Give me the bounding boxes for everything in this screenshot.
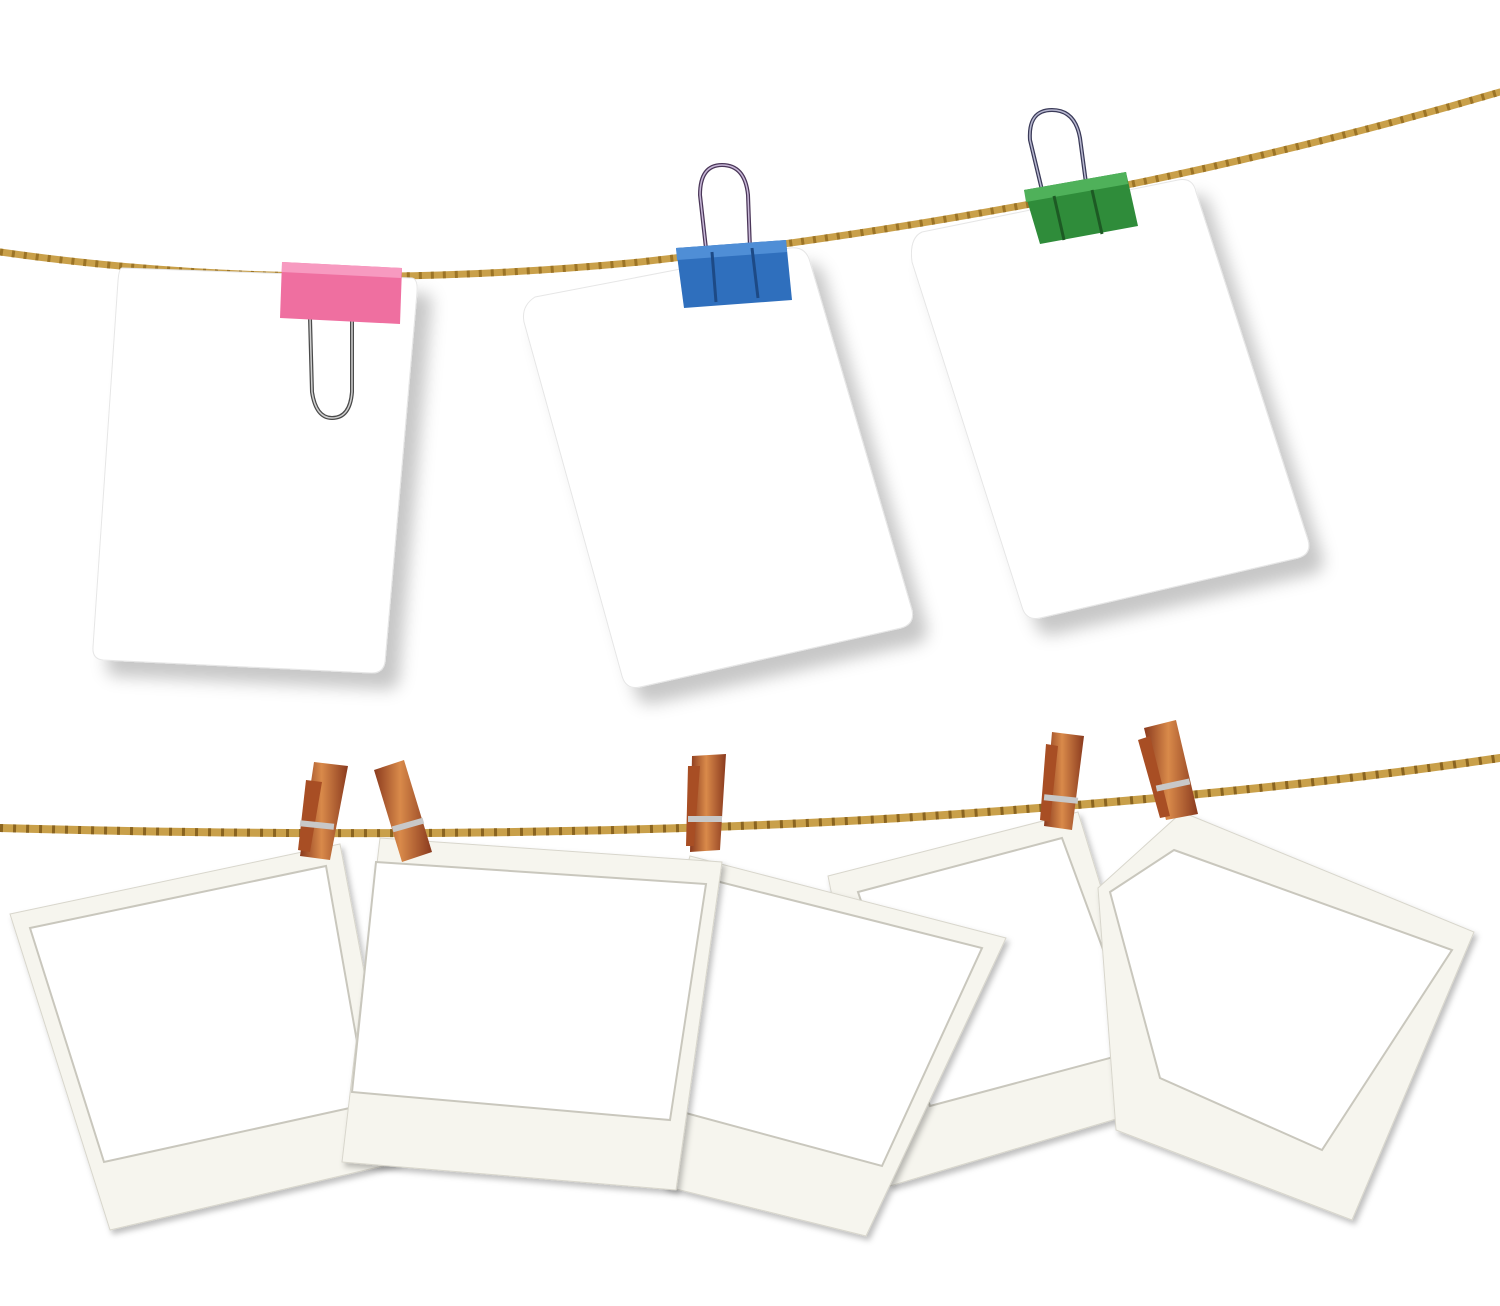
polaroid-5 [1097, 811, 1475, 1221]
blue-binder-clip [676, 162, 792, 308]
polaroid-1 [9, 843, 401, 1231]
green-binder-clip [1024, 107, 1138, 244]
bottom-rope [0, 754, 1500, 838]
clothespin-3 [686, 754, 726, 852]
card-middle [523, 247, 913, 688]
photo-line-scene [0, 88, 1500, 1237]
card-right [911, 179, 1310, 619]
clothespin-5 [1138, 720, 1198, 820]
card-left [92, 267, 418, 674]
polaroid-2 [341, 837, 723, 1191]
